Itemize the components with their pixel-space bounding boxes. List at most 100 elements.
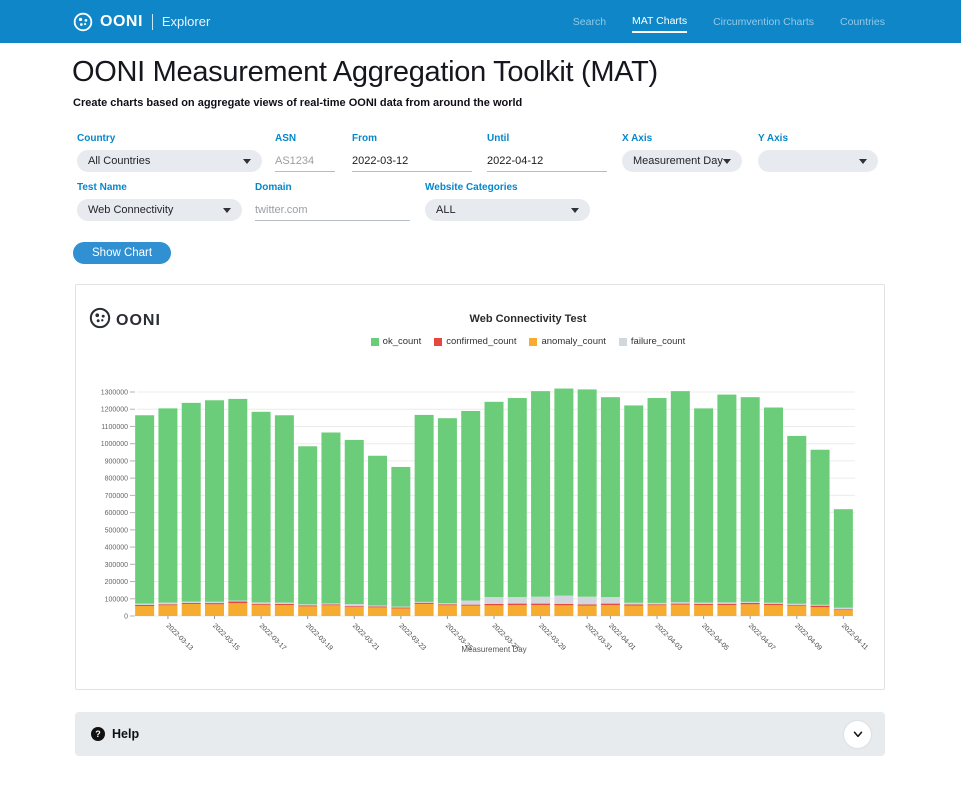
bar-2022-04-07[interactable] [741,397,760,616]
bar-2022-03-29[interactable] [531,391,550,616]
bar-2022-03-27[interactable] [485,402,504,616]
segment-anomaly_count[interactable] [345,607,364,616]
segment-confirmed_count[interactable] [578,604,597,605]
bar-2022-03-30[interactable] [554,389,573,616]
segment-anomaly_count[interactable] [578,606,597,616]
segment-failure_count[interactable] [228,600,247,601]
segment-ok_count[interactable] [554,389,573,596]
segment-failure_count[interactable] [368,605,387,606]
segment-anomaly_count[interactable] [485,605,504,616]
bar-2022-04-03[interactable] [648,398,667,616]
segment-anomaly_count[interactable] [531,605,550,616]
segment-anomaly_count[interactable] [275,605,294,616]
segment-anomaly_count[interactable] [694,605,713,616]
until-date-input[interactable] [487,150,607,172]
segment-anomaly_count[interactable] [601,605,620,616]
segment-anomaly_count[interactable] [554,605,573,616]
segment-confirmed_count[interactable] [508,604,527,605]
segment-anomaly_count[interactable] [228,603,247,616]
segment-anomaly_count[interactable] [205,604,224,616]
segment-failure_count[interactable] [275,603,294,604]
segment-failure_count[interactable] [438,603,457,604]
segment-anomaly_count[interactable] [391,608,410,616]
segment-anomaly_count[interactable] [624,606,643,616]
segment-ok_count[interactable] [717,395,736,603]
segment-confirmed_count[interactable] [158,604,177,605]
segment-failure_count[interactable] [834,608,853,610]
bar-2022-03-17[interactable] [252,412,271,616]
stacked-bar-chart[interactable]: 0100000200000300000400000500000600000700… [76,375,884,675]
segment-ok_count[interactable] [391,467,410,607]
segment-failure_count[interactable] [694,603,713,604]
segment-anomaly_count[interactable] [461,606,480,616]
segment-ok_count[interactable] [624,405,643,602]
segment-ok_count[interactable] [228,399,247,601]
segment-failure_count[interactable] [205,602,224,603]
segment-ok_count[interactable] [601,397,620,597]
segment-anomaly_count[interactable] [717,605,736,616]
bar-2022-04-09[interactable] [787,436,806,616]
segment-ok_count[interactable] [578,389,597,596]
segment-confirmed_count[interactable] [531,604,550,605]
bar-2022-03-21[interactable] [345,440,364,616]
segment-confirmed_count[interactable] [321,604,340,605]
segment-ok_count[interactable] [135,415,154,603]
bar-2022-04-01[interactable] [601,397,620,616]
bar-2022-03-23[interactable] [391,467,410,616]
bar-2022-03-14[interactable] [182,403,201,616]
nav-mat-charts[interactable]: MAT Charts [632,10,687,33]
segment-anomaly_count[interactable] [158,605,177,616]
segment-ok_count[interactable] [321,432,340,603]
segment-ok_count[interactable] [275,415,294,602]
segment-anomaly_count[interactable] [438,605,457,616]
segment-failure_count[interactable] [461,600,480,604]
segment-confirmed_count[interactable] [811,606,830,607]
segment-failure_count[interactable] [391,607,410,608]
bar-2022-03-18[interactable] [275,415,294,616]
legend-item-confirmed_count[interactable]: confirmed_count [434,336,516,347]
segment-confirmed_count[interactable] [298,605,317,606]
bar-2022-03-15[interactable] [205,400,224,616]
segment-failure_count[interactable] [554,596,573,604]
bar-2022-03-26[interactable] [461,411,480,616]
help-collapse-button[interactable] [844,721,871,748]
segment-failure_count[interactable] [415,602,434,603]
segment-ok_count[interactable] [461,411,480,601]
segment-anomaly_count[interactable] [811,607,830,616]
segment-failure_count[interactable] [717,602,736,603]
segment-ok_count[interactable] [787,436,806,604]
bar-2022-04-04[interactable] [671,391,690,616]
segment-ok_count[interactable] [811,450,830,605]
legend-item-failure_count[interactable]: failure_count [619,336,685,347]
segment-ok_count[interactable] [298,446,317,604]
segment-anomaly_count[interactable] [135,606,154,616]
domain-input[interactable] [255,199,410,221]
segment-confirmed_count[interactable] [182,603,201,604]
segment-failure_count[interactable] [624,603,643,605]
bar-2022-04-05[interactable] [694,408,713,616]
segment-confirmed_count[interactable] [415,603,434,604]
segment-anomaly_count[interactable] [834,610,853,616]
segment-failure_count[interactable] [578,597,597,605]
segment-anomaly_count[interactable] [182,604,201,616]
segment-anomaly_count[interactable] [787,606,806,616]
legend-item-ok_count[interactable]: ok_count [371,336,422,347]
legend-item-anomaly_count[interactable]: anomaly_count [529,336,605,347]
bar-2022-03-13[interactable] [158,408,177,616]
segment-confirmed_count[interactable] [601,604,620,605]
bar-2022-04-06[interactable] [717,395,736,616]
segment-anomaly_count[interactable] [321,605,340,616]
nav-countries[interactable]: Countries [840,11,885,32]
segment-confirmed_count[interactable] [764,604,783,605]
segment-ok_count[interactable] [415,415,434,602]
segment-confirmed_count[interactable] [345,606,364,607]
bar-2022-04-11[interactable] [834,509,853,616]
segment-confirmed_count[interactable] [694,604,713,605]
segment-failure_count[interactable] [485,597,504,604]
segment-ok_count[interactable] [741,397,760,602]
segment-failure_count[interactable] [601,597,620,604]
bar-2022-04-08[interactable] [764,408,783,616]
show-chart-button[interactable]: Show Chart [73,242,171,264]
segment-confirmed_count[interactable] [252,604,271,605]
bar-2022-04-10[interactable] [811,450,830,616]
